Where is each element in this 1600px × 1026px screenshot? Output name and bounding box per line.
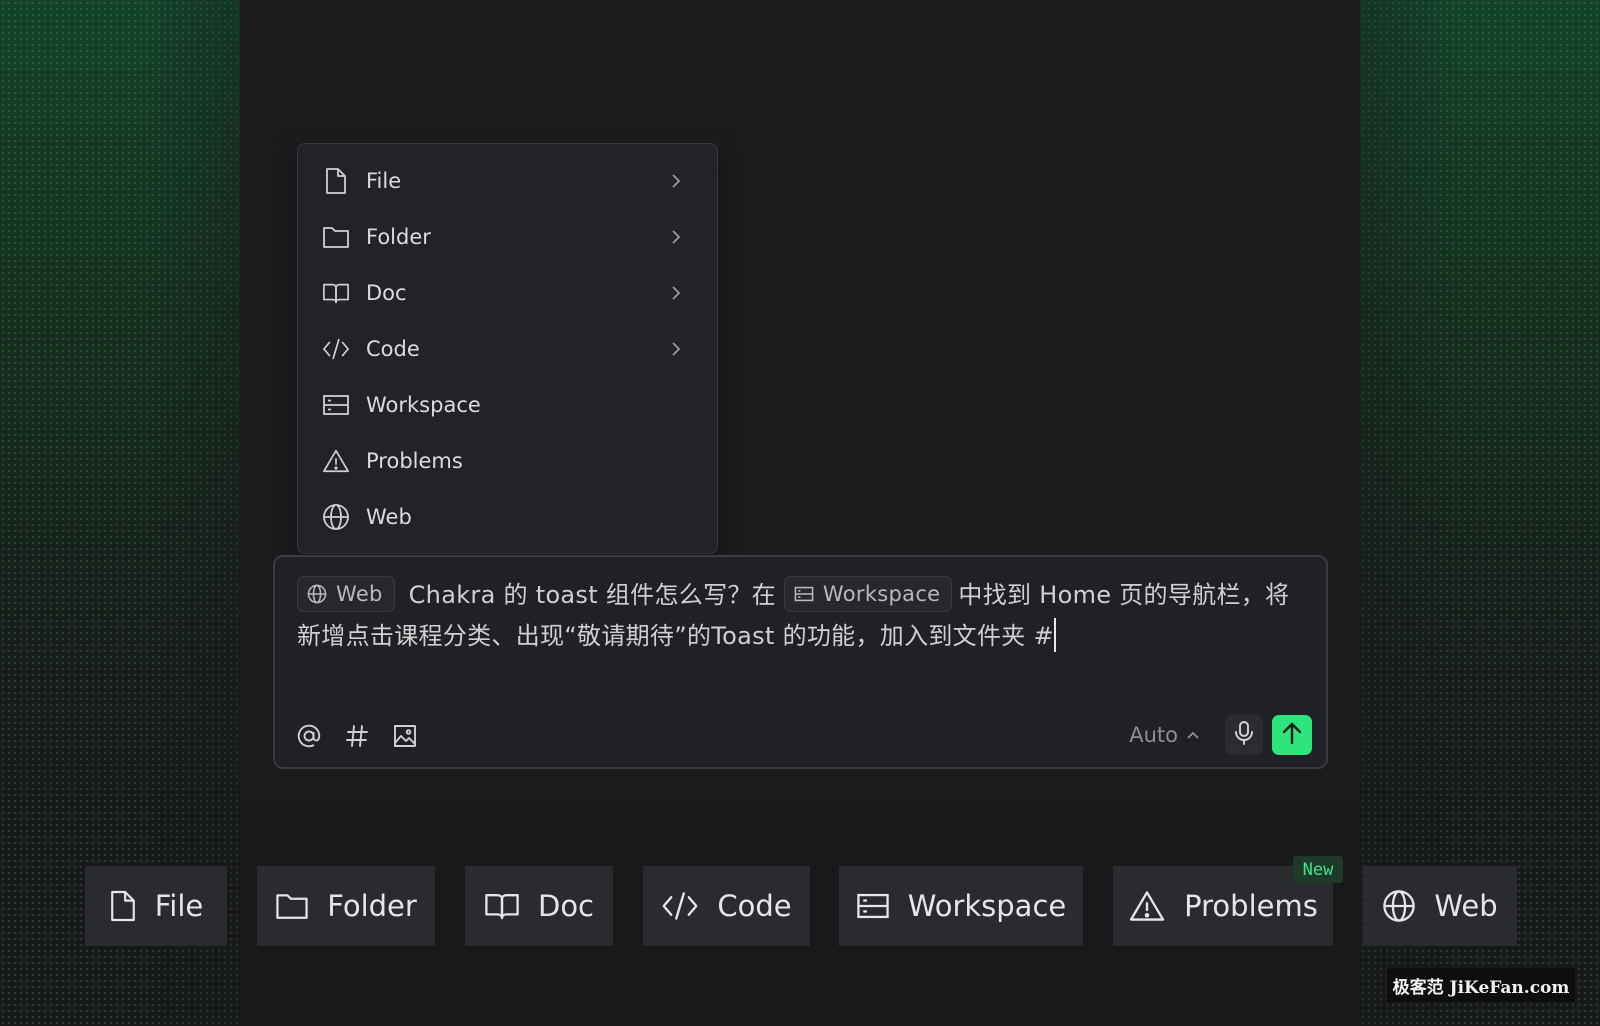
- chip-label: Workspace: [822, 581, 941, 606]
- chip-web[interactable]: Web: [1363, 866, 1517, 946]
- folder-icon: [275, 892, 309, 920]
- globe-icon: [307, 584, 327, 604]
- context-menu: File Folder Doc Code Workspace Problems …: [297, 143, 718, 554]
- chip-label: Doc: [537, 889, 595, 923]
- watermark: 极客范 JiKeFan.com: [1387, 968, 1575, 1002]
- at-icon[interactable]: [295, 722, 322, 749]
- code-icon: [322, 335, 350, 363]
- menu-item-label: Folder: [366, 225, 431, 249]
- model-select[interactable]: Auto: [1129, 723, 1199, 747]
- context-chip-web[interactable]: Web: [297, 576, 395, 612]
- globe-icon: [1382, 889, 1416, 923]
- image-icon[interactable]: [391, 722, 418, 749]
- context-chip-workspace[interactable]: Workspace: [783, 576, 953, 612]
- chip-label: Web: [1434, 889, 1498, 923]
- model-select-label: Auto: [1129, 723, 1178, 747]
- folder-icon: [322, 223, 350, 251]
- menu-item-label: Web: [366, 505, 412, 529]
- menu-item-folder[interactable]: Folder: [298, 209, 717, 265]
- chevron-right-icon: [667, 284, 685, 302]
- arrow-up-icon: [1281, 721, 1303, 749]
- chip-folder[interactable]: Folder: [257, 866, 435, 946]
- chevron-right-icon: [667, 228, 685, 246]
- chip-label: Code: [717, 889, 792, 923]
- microphone-button[interactable]: [1225, 715, 1263, 755]
- menu-item-label: Doc: [366, 281, 407, 305]
- menu-item-web[interactable]: Web: [298, 489, 717, 545]
- chevron-up-icon: [1187, 731, 1199, 739]
- workspace-icon: [794, 586, 814, 602]
- file-icon: [109, 889, 137, 923]
- book-icon: [322, 279, 350, 307]
- chip-file[interactable]: File: [85, 866, 227, 946]
- microphone-icon: [1234, 720, 1254, 750]
- workspace-icon: [856, 892, 890, 920]
- chip-label: Web: [336, 581, 383, 606]
- chip-workspace[interactable]: Workspace: [839, 866, 1083, 946]
- menu-item-file[interactable]: File: [298, 153, 717, 209]
- menu-item-doc[interactable]: Doc: [298, 265, 717, 321]
- context-type-chips: File Folder Doc Code Workspace Problems: [0, 866, 1600, 946]
- menu-item-label: Code: [366, 337, 420, 361]
- code-icon: [661, 891, 699, 921]
- input-actions: Auto: [1129, 715, 1312, 755]
- globe-icon: [322, 503, 350, 531]
- hash-icon[interactable]: [343, 722, 370, 749]
- workspace-icon: [322, 391, 350, 419]
- chip-doc[interactable]: Doc: [465, 866, 613, 946]
- input-toolbar: [295, 722, 418, 749]
- chip-label: Problems: [1184, 889, 1318, 923]
- warning-icon: [1128, 890, 1166, 922]
- text-cursor: [1053, 618, 1056, 652]
- chevron-right-icon: [667, 172, 685, 190]
- chip-label: File: [154, 889, 204, 923]
- warning-icon: [322, 447, 350, 475]
- chip-label: Folder: [327, 889, 417, 923]
- file-icon: [322, 167, 350, 195]
- menu-item-label: Problems: [366, 449, 463, 473]
- menu-item-label: File: [366, 169, 402, 193]
- menu-item-label: Workspace: [366, 393, 481, 417]
- book-icon: [484, 891, 520, 921]
- new-badge: New: [1293, 856, 1343, 883]
- chat-input-box[interactable]: Web Chakra 的 toast 组件怎么写？在 Workspace 中找到 …: [273, 555, 1328, 769]
- menu-item-code[interactable]: Code: [298, 321, 717, 377]
- menu-item-workspace[interactable]: Workspace: [298, 377, 717, 433]
- chip-label: Workspace: [907, 889, 1067, 923]
- send-button[interactable]: [1272, 715, 1312, 755]
- chat-input-content[interactable]: Web Chakra 的 toast 组件怎么写？在 Workspace 中找到 …: [297, 575, 1306, 657]
- chat-text-part-1: Chakra 的 toast 组件怎么写？在: [408, 581, 776, 609]
- chip-code[interactable]: Code: [643, 866, 810, 946]
- chevron-right-icon: [667, 340, 685, 358]
- menu-item-problems[interactable]: Problems: [298, 433, 717, 489]
